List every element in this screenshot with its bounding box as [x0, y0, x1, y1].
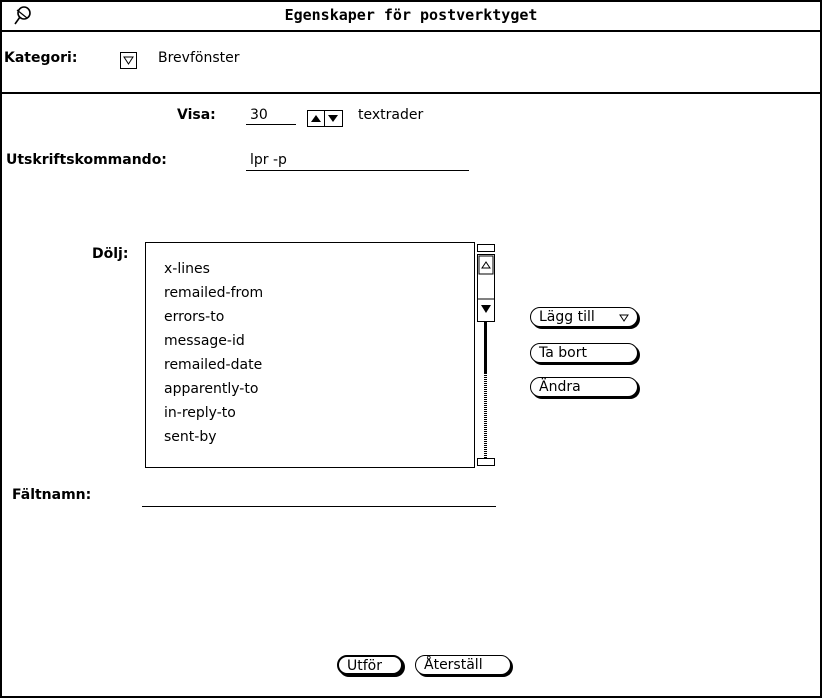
properties-window: Egenskaper för postverktyget Kategori: B…	[0, 0, 822, 698]
triangle-down-icon	[619, 314, 629, 322]
scroll-arrows-icon	[478, 255, 494, 313]
scrollbar-elevator[interactable]	[477, 254, 495, 322]
remove-button-label: Ta bort	[539, 345, 587, 361]
window-title: Egenskaper för postverktyget	[284, 6, 538, 24]
title-bar[interactable]: Egenskaper för postverktyget	[2, 2, 820, 32]
add-button-label: Lägg till	[539, 309, 595, 325]
category-bar: Kategori: Brevfönster	[2, 32, 820, 94]
hide-label: Dölj:	[92, 246, 129, 262]
triangle-down-icon	[328, 115, 338, 122]
display-label: Visa:	[177, 107, 216, 123]
list-item[interactable]: x-lines	[164, 261, 210, 277]
apply-button[interactable]: Utför	[337, 655, 403, 675]
increment-button[interactable]	[308, 111, 325, 126]
apply-button-label: Utför	[347, 658, 382, 674]
field-name-label: Fältnamn:	[12, 487, 92, 503]
triangle-down-icon	[123, 56, 134, 65]
reset-button[interactable]: Återställ	[415, 655, 511, 675]
decrement-button[interactable]	[325, 111, 341, 126]
scrollbar-top-cap[interactable]	[477, 244, 495, 252]
change-button[interactable]: Ändra	[530, 377, 638, 397]
scrollbar-track[interactable]	[484, 373, 487, 458]
change-button-label: Ändra	[539, 379, 581, 395]
print-command-field[interactable]: lpr -p	[246, 152, 469, 171]
remove-button[interactable]: Ta bort	[530, 343, 638, 363]
scrollbar-track-used	[484, 321, 487, 373]
add-button[interactable]: Lägg till	[530, 307, 638, 327]
list-item[interactable]: remailed-from	[164, 285, 263, 301]
list-item[interactable]: remailed-date	[164, 357, 262, 373]
category-menu-button[interactable]	[120, 52, 137, 69]
list-item[interactable]: apparently-to	[164, 381, 258, 397]
category-label: Kategori:	[4, 50, 78, 66]
triangle-up-icon	[311, 115, 321, 122]
list-item[interactable]: sent-by	[164, 429, 217, 445]
print-command-label: Utskriftskommando:	[6, 152, 167, 168]
field-name-input[interactable]	[142, 488, 496, 507]
list-item[interactable]: errors-to	[164, 309, 224, 325]
print-command-value: lpr -p	[250, 152, 287, 168]
category-value: Brevfönster	[158, 50, 240, 66]
scrollbar-bottom-cap[interactable]	[477, 458, 495, 466]
display-lines-stepper[interactable]	[307, 110, 343, 127]
reset-button-label: Återställ	[424, 657, 483, 673]
list-item[interactable]: message-id	[164, 333, 245, 349]
list-item[interactable]: in-reply-to	[164, 405, 236, 421]
display-lines-value: 30	[250, 107, 268, 123]
display-unit: textrader	[358, 107, 424, 123]
hidden-fields-list[interactable]: x-lines remailed-from errors-to message-…	[145, 242, 475, 468]
display-lines-field[interactable]: 30	[246, 107, 296, 125]
